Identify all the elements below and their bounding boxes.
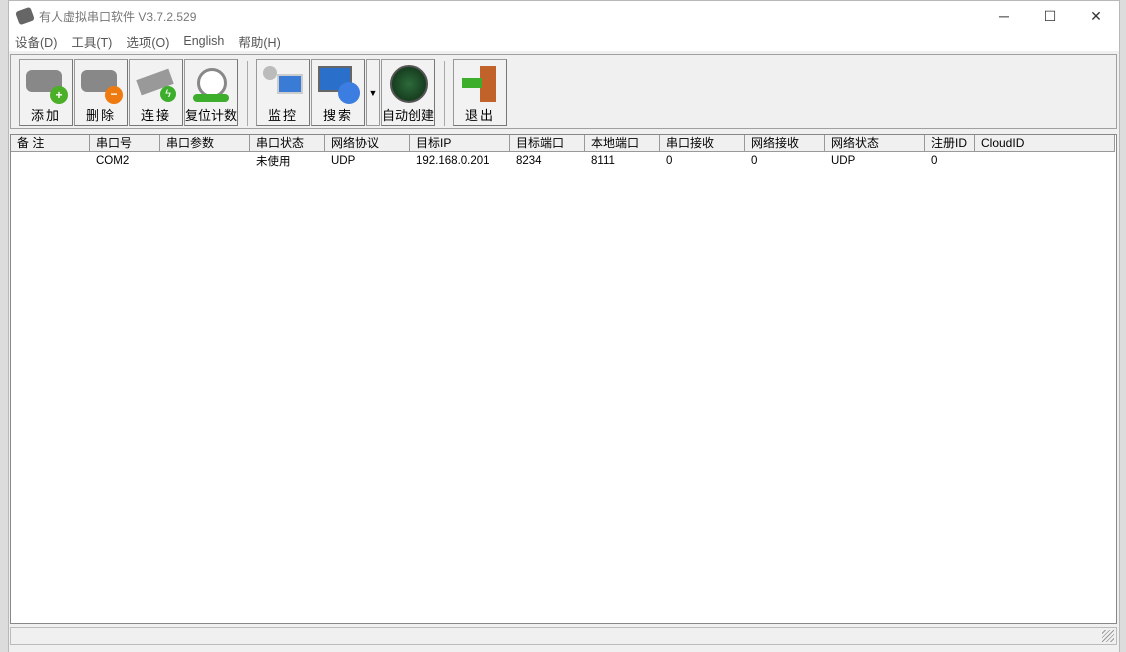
table-cell: 8111 bbox=[591, 154, 615, 167]
column-header[interactable]: 目标端口 bbox=[510, 135, 585, 152]
table-cell: UDP bbox=[831, 154, 856, 167]
menu-tools[interactable]: 工具(T) bbox=[71, 32, 112, 51]
search-button[interactable]: 搜索 bbox=[311, 59, 365, 126]
exit-door-icon bbox=[458, 64, 502, 104]
table-cell: 未使用 bbox=[256, 155, 291, 168]
column-header[interactable]: 串口号 bbox=[90, 135, 160, 152]
table-cell: 0 bbox=[666, 154, 673, 167]
toolbar-separator bbox=[444, 61, 445, 126]
maximize-button[interactable]: ☐ bbox=[1027, 1, 1073, 31]
column-header[interactable]: 注册ID bbox=[925, 135, 975, 152]
menu-english[interactable]: English bbox=[183, 34, 224, 48]
stopwatch-reset-icon bbox=[189, 64, 233, 104]
radar-icon bbox=[386, 64, 430, 104]
column-header[interactable]: 串口状态 bbox=[250, 135, 325, 152]
column-header[interactable]: 网络状态 bbox=[825, 135, 925, 152]
close-button[interactable]: ✕ bbox=[1073, 1, 1119, 31]
table-row[interactable]: COM2 未使用 UDP 192.168.0.201 8234 8111 0 0 UDP 0 bbox=[11, 152, 1116, 169]
table-header: 备 注串口号 串口参数 串口状态 网络协议 目标IP 目标端口 本地端口 串口接收 网络接收 网络… bbox=[11, 135, 1116, 152]
toolbar: + 添加 − 删除 ϟ 连接 复位计数 监控 搜索 ▼ 自动创建 退出 bbox=[10, 54, 1117, 129]
column-header[interactable]: 网络协议 bbox=[325, 135, 410, 152]
exit-button[interactable]: 退出 bbox=[453, 59, 507, 126]
column-header[interactable]: 本地端口 bbox=[585, 135, 660, 152]
menu-options[interactable]: 选项(O) bbox=[126, 32, 169, 51]
port-list-table: 备 注串口号 串口参数 串口状态 网络协议 目标IP 目标端口 本地端口 串口接收 网络接收 网络… bbox=[10, 134, 1117, 624]
table-cell: 0 bbox=[931, 154, 938, 167]
table-cell: UDP bbox=[331, 154, 356, 167]
status-bar bbox=[10, 627, 1117, 645]
table-cell: 192.168.0.201 bbox=[416, 154, 490, 167]
auto-create-button[interactable]: 自动创建 bbox=[381, 59, 435, 126]
menu-bar: 设备(D) 工具(T) 选项(O) English 帮助(H) bbox=[9, 31, 1119, 51]
connect-button[interactable]: ϟ 连接 bbox=[129, 59, 183, 126]
app-icon bbox=[15, 6, 35, 26]
column-header[interactable]: 备 注 bbox=[11, 135, 90, 152]
reset-count-button[interactable]: 复位计数 bbox=[184, 59, 238, 126]
satellite-monitor-icon bbox=[261, 64, 305, 104]
monitor-button[interactable]: 监控 bbox=[256, 59, 310, 126]
network-plug-icon: ϟ bbox=[134, 64, 178, 104]
resize-grip[interactable] bbox=[1102, 630, 1114, 642]
column-header[interactable]: 网络接收 bbox=[745, 135, 825, 152]
column-header[interactable]: CloudID bbox=[975, 135, 1115, 152]
serial-remove-icon: − bbox=[79, 64, 123, 104]
menu-device[interactable]: 设备(D) bbox=[15, 32, 57, 51]
title-bar: 有人虚拟串口软件 V3.7.2.529 ─ ☐ ✕ bbox=[9, 1, 1119, 31]
network-search-icon bbox=[316, 64, 360, 104]
table-cell: 0 bbox=[751, 154, 758, 167]
delete-button[interactable]: − 删除 bbox=[74, 59, 128, 126]
minimize-button[interactable]: ─ bbox=[981, 1, 1027, 31]
app-window: 有人虚拟串口软件 V3.7.2.529 ─ ☐ ✕ 设备(D) 工具(T) 选项… bbox=[8, 0, 1120, 652]
serial-add-icon: + bbox=[24, 64, 68, 104]
table-cell: COM2 bbox=[96, 154, 130, 167]
column-header[interactable]: 串口参数 bbox=[160, 135, 250, 152]
search-dropdown-button[interactable]: ▼ bbox=[366, 59, 380, 126]
add-button[interactable]: + 添加 bbox=[19, 59, 73, 126]
menu-help[interactable]: 帮助(H) bbox=[238, 32, 280, 51]
toolbar-separator bbox=[247, 61, 248, 126]
table-cell: 8234 bbox=[516, 154, 542, 167]
window-title: 有人虚拟串口软件 V3.7.2.529 bbox=[39, 9, 197, 24]
column-header[interactable]: 串口接收 bbox=[660, 135, 745, 152]
column-header[interactable]: 目标IP bbox=[410, 135, 510, 152]
